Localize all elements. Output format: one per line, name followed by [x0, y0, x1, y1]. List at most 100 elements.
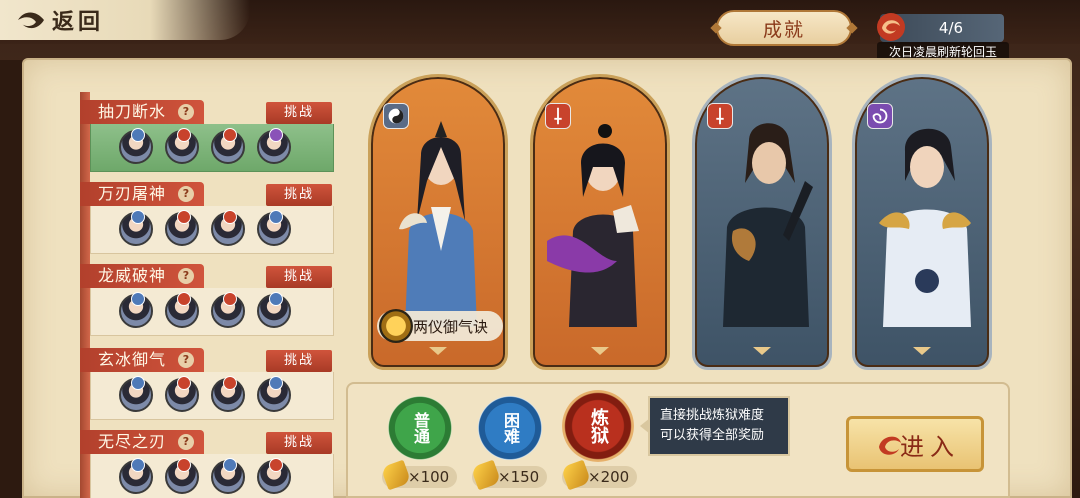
hero-avatar [165, 376, 199, 412]
chevron-down-icon [429, 347, 447, 357]
hero-avatar [257, 458, 291, 494]
challenge-row[interactable]: 无尽之刃 ? 挑战 [80, 430, 334, 498]
help-icon[interactable]: ? [178, 104, 194, 120]
wave-icon [223, 458, 237, 472]
jade-icon [877, 13, 905, 41]
skill-tag: 两仪御气诀 [377, 309, 503, 343]
swirl-icon [867, 103, 893, 129]
cost-value: ×200 [588, 468, 630, 486]
hero-avatars [90, 372, 334, 420]
challenge-row[interactable]: 龙威破神 ? 挑战 [80, 264, 334, 338]
challenge-button[interactable]: 挑战 [266, 350, 332, 372]
hero-avatar [119, 292, 153, 328]
hero-card[interactable] [692, 74, 832, 370]
challenge-button[interactable]: 挑战 [266, 266, 332, 288]
challenge-row[interactable]: 玄冰御气 ? 挑战 [80, 348, 334, 422]
chevron-down-icon [591, 347, 609, 357]
cost-value: ×150 [498, 468, 540, 486]
chevron-down-icon [753, 347, 771, 357]
difficulty-hard-button[interactable]: 困难 [478, 396, 542, 460]
wave-icon [269, 210, 283, 224]
hero-avatar [257, 210, 291, 246]
hero-avatar [119, 210, 153, 246]
hero-portrait [547, 124, 639, 327]
difficulty-label: 困难 [501, 412, 520, 444]
left-wall [0, 60, 22, 498]
hero-avatar [119, 376, 153, 412]
difficulty-label: 炼狱 [588, 408, 609, 444]
cost-inferno: ×200 [560, 459, 638, 491]
hero-card[interactable] [530, 74, 670, 370]
challenge-row[interactable]: 万刃屠神 ? 挑战 [80, 182, 334, 256]
hero-avatar [211, 292, 245, 328]
challenge-row[interactable]: 抽刀断水 ? 挑战 [80, 100, 334, 174]
hero-portrait [879, 128, 971, 327]
chevron-down-icon [913, 347, 931, 357]
cost-value: ×100 [408, 468, 450, 486]
difficulty-inferno-button[interactable]: 炼狱 [562, 390, 634, 462]
sword-icon [223, 210, 237, 224]
sword-icon [707, 103, 733, 129]
sword-icon [545, 103, 571, 129]
help-icon[interactable]: ? [178, 186, 194, 202]
jade-icon [879, 436, 901, 455]
inferno-tooltip: 直接挑战炼狱难度 可以获得全部奖励 [640, 396, 790, 456]
hero-avatars [90, 206, 334, 254]
yin-yang-icon [131, 292, 145, 306]
hero-avatar [211, 458, 245, 494]
hero-avatar [165, 458, 199, 494]
card-frame [530, 74, 670, 370]
help-icon[interactable]: ? [178, 352, 194, 368]
sword-icon [223, 292, 237, 306]
hero-avatar [257, 128, 291, 164]
challenge-button[interactable]: 挑战 [266, 184, 332, 206]
hero-avatar [211, 376, 245, 412]
wave-icon [269, 376, 283, 390]
sword-icon [223, 128, 237, 142]
hero-avatar [211, 210, 245, 246]
tooltip-line: 可以获得全部奖励 [660, 428, 765, 443]
hero-portrait [723, 123, 813, 327]
cost-normal: ×100 [380, 459, 458, 491]
hero-avatars [90, 454, 334, 498]
back-button[interactable]: 返回 [0, 0, 250, 40]
yin-yang-icon [383, 103, 409, 129]
card-frame [692, 74, 832, 370]
yin-yang-icon [131, 458, 145, 472]
hero-avatars [90, 288, 334, 336]
yin-yang-icon [131, 128, 145, 142]
sword-icon [177, 128, 191, 142]
sword-icon [223, 376, 237, 390]
sword-icon [177, 458, 191, 472]
hero-avatar [257, 376, 291, 412]
enter-label: 进入 [900, 432, 960, 461]
difficulty-normal-button[interactable]: 普通 [388, 396, 452, 460]
hero-portrait [399, 121, 477, 327]
tooltip-line: 直接挑战炼狱难度 [660, 408, 765, 423]
skill-icon [379, 309, 413, 343]
swirl-icon [269, 128, 283, 142]
sword-icon [269, 458, 283, 472]
help-icon[interactable]: ? [178, 268, 194, 284]
skill-name: 两仪御气诀 [413, 317, 489, 336]
hero-avatar [165, 128, 199, 164]
difficulty-label: 普通 [411, 412, 430, 444]
card-frame: 两仪御气诀 [368, 74, 508, 370]
back-label: 返回 [52, 10, 105, 35]
hero-avatar [257, 292, 291, 328]
achievement-button[interactable]: 成就 [716, 10, 852, 46]
hero-avatars [90, 124, 334, 172]
challenge-list: 抽刀断水 ? 挑战 万刃屠神 ? 挑战 龙威破神 ? 挑战 玄冰御气 ? 挑战 … [80, 92, 336, 498]
back-arrow-icon [18, 12, 44, 29]
yin-yang-icon [131, 210, 145, 224]
hero-card[interactable]: 两仪御气诀 [368, 74, 508, 370]
help-icon[interactable]: ? [178, 434, 194, 450]
hero-avatar [119, 458, 153, 494]
hero-card[interactable] [852, 74, 992, 370]
challenge-button[interactable]: 挑战 [266, 102, 332, 124]
hero-avatar [165, 210, 199, 246]
sword-icon [177, 210, 191, 224]
yin-yang-icon [131, 376, 145, 390]
challenge-button[interactable]: 挑战 [266, 432, 332, 454]
enter-button[interactable]: 进入 [846, 416, 984, 472]
